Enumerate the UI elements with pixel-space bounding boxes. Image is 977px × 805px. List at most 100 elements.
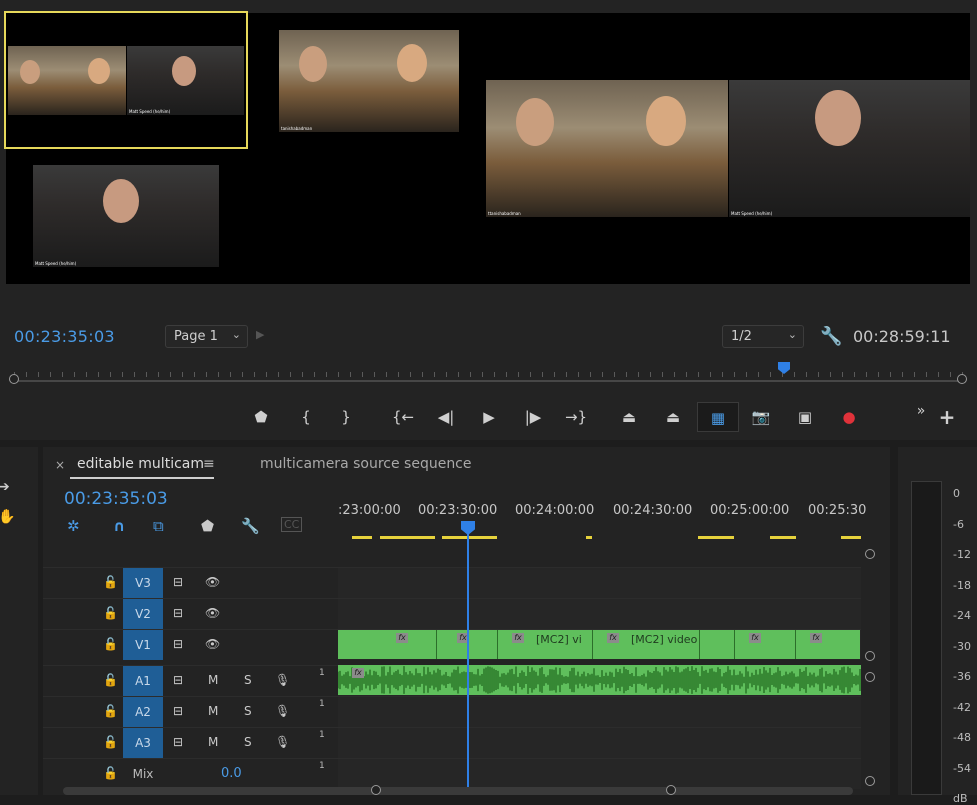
tab-menu-icon[interactable]: ≡ <box>203 456 215 472</box>
sync-lock-icon[interactable]: ⊟ <box>173 575 183 589</box>
lock-icon[interactable]: 🔓 <box>103 766 118 780</box>
settings-wrench-icon[interactable]: 🔧 <box>820 326 842 347</box>
resolution-dropdown[interactable]: 1/2 ⌄ <box>722 325 804 348</box>
video-clip[interactable]: fx [MC2] video <box>593 630 700 659</box>
selection-arrow-icon[interactable]: ➔ <box>0 479 10 495</box>
camera-angle-2[interactable]: tanishabadman <box>279 30 459 132</box>
scroll-handle[interactable] <box>865 549 875 559</box>
scrub-tick <box>578 372 579 377</box>
sync-lock-icon[interactable]: ⊟ <box>173 637 183 651</box>
scroll-handle[interactable] <box>865 672 875 682</box>
mute-button[interactable]: M <box>208 735 218 749</box>
mix-volume-value[interactable]: 0.0 <box>221 766 242 781</box>
tab-multicamera-source-sequence[interactable]: multicamera source sequence <box>260 456 472 472</box>
video-clip[interactable]: fx <box>735 630 796 659</box>
close-tab-icon[interactable]: × <box>55 458 65 472</box>
add-button[interactable]: + <box>931 402 963 432</box>
timeline-settings-wrench-icon[interactable]: 🔧 <box>241 517 260 535</box>
step-back-button[interactable]: ◀| <box>430 402 462 432</box>
solo-button[interactable]: S <box>244 735 252 749</box>
scrub-tick <box>890 372 891 377</box>
lock-icon[interactable]: 🔓 <box>103 673 118 687</box>
lane-v2[interactable] <box>338 598 861 629</box>
hand-tool-icon[interactable]: ✋ <box>0 509 15 525</box>
microphone-icon[interactable]: 🎙 <box>275 735 290 749</box>
tab-editable-multicam[interactable]: editable multicam <box>77 456 204 472</box>
track-target-v1[interactable]: V1 <box>123 630 163 660</box>
go-to-in-button[interactable]: {← <box>387 402 419 432</box>
solo-button[interactable]: S <box>244 673 252 687</box>
snap-magnet-icon[interactable]: ∩ <box>113 517 125 535</box>
scroll-handle[interactable] <box>666 785 676 795</box>
scrub-tick <box>110 372 111 377</box>
video-clip[interactable] <box>700 630 735 659</box>
lock-icon[interactable]: 🔓 <box>103 606 118 620</box>
mark-out-button[interactable]: } <box>330 402 362 432</box>
track-target-v3[interactable]: V3 <box>123 568 163 598</box>
eye-icon[interactable]: 👁 <box>205 575 220 589</box>
audio-clip-a1[interactable]: fx <box>338 665 861 695</box>
microphone-icon[interactable]: 🎙 <box>275 704 290 718</box>
camera-angle-1[interactable]: Matt Speed (he/him) <box>4 11 248 149</box>
lift-button[interactable]: ⏏ <box>613 402 645 432</box>
lock-icon[interactable]: 🔓 <box>103 575 118 589</box>
scrub-tick <box>74 372 75 377</box>
scrub-end-handle[interactable] <box>957 374 967 384</box>
monitor-canvas[interactable]: Matt Speed (he/him) tanishabadman Matt S… <box>4 11 970 284</box>
sync-lock-icon[interactable]: ⊟ <box>173 735 183 749</box>
mark-in-button[interactable]: { <box>290 402 322 432</box>
video-clip[interactable]: fx <box>796 630 860 659</box>
sync-lock-icon[interactable]: ⊟ <box>173 606 183 620</box>
comparison-view-button[interactable]: ▣ <box>789 402 821 432</box>
scrub-tick <box>50 372 51 377</box>
track-target-a3[interactable]: A3 <box>123 728 163 758</box>
time-ruler[interactable]: :23:00:00 00:23:30:00 00:24:00:00 00:24:… <box>338 500 868 540</box>
video-clip[interactable]: fx [MC2] vi <box>498 630 593 659</box>
multicam-preview[interactable]: ttanishabadman Matt Speed (he/him) <box>486 80 970 217</box>
lock-icon[interactable]: 🔓 <box>103 704 118 718</box>
track-target-a2[interactable]: A2 <box>123 697 163 727</box>
eye-icon[interactable]: 👁 <box>205 637 220 651</box>
vertical-zoom-scrollbar[interactable] <box>861 541 885 795</box>
nest-snap-icon[interactable]: ✲ <box>67 517 80 535</box>
scroll-handle[interactable] <box>865 776 875 786</box>
track-target-a1[interactable]: A1 <box>123 666 163 696</box>
lane-v3[interactable] <box>338 567 861 598</box>
linked-selection-icon[interactable]: ⧉ <box>153 517 164 535</box>
lane-a2[interactable] <box>338 696 861 727</box>
scroll-handle[interactable] <box>865 651 875 661</box>
monitor-scrub-bar[interactable] <box>9 372 967 388</box>
sync-lock-icon[interactable]: ⊟ <box>173 704 183 718</box>
camera-angle-3[interactable]: Matt Speed (he/him) <box>33 165 219 267</box>
solo-button[interactable]: S <box>244 704 252 718</box>
lock-icon[interactable]: 🔓 <box>103 637 118 651</box>
page-next-arrow-icon[interactable]: ▶ <box>256 328 264 341</box>
mute-button[interactable]: M <box>208 673 218 687</box>
mute-button[interactable]: M <box>208 704 218 718</box>
horizontal-scrollbar[interactable] <box>63 785 853 795</box>
lane-mix[interactable] <box>338 758 861 789</box>
lane-a3[interactable] <box>338 727 861 758</box>
extract-button[interactable]: ⏏ <box>657 402 689 432</box>
step-forward-button[interactable]: |▶ <box>517 402 549 432</box>
eye-icon[interactable]: 👁 <box>205 606 220 620</box>
scroll-handle[interactable] <box>371 785 381 795</box>
record-button[interactable]: ● <box>833 402 865 432</box>
track-target-v2[interactable]: V2 <box>123 599 163 629</box>
sequence-timecode[interactable]: 00:23:35:03 <box>64 489 168 509</box>
add-marker-icon[interactable]: ⬟ <box>201 517 214 535</box>
go-to-out-button[interactable]: →} <box>560 402 592 432</box>
tools-panel: ➔ ✋ <box>0 447 38 795</box>
scrub-start-handle[interactable] <box>9 374 19 384</box>
video-clip[interactable]: fx <box>338 630 437 659</box>
captions-icon[interactable]: CC <box>281 517 303 532</box>
play-button[interactable]: ▶ <box>473 402 505 432</box>
multicam-view-button[interactable]: ▦ <box>697 402 739 432</box>
sync-lock-icon[interactable]: ⊟ <box>173 673 183 687</box>
add-marker-button[interactable]: ⬟ <box>245 402 277 432</box>
lock-icon[interactable]: 🔓 <box>103 735 118 749</box>
page-dropdown[interactable]: Page 1 ⌄ <box>165 325 248 348</box>
playhead-timecode[interactable]: 00:23:35:03 <box>14 327 115 346</box>
export-frame-button[interactable]: 📷 <box>745 402 777 432</box>
microphone-icon[interactable]: 🎙 <box>275 673 290 687</box>
